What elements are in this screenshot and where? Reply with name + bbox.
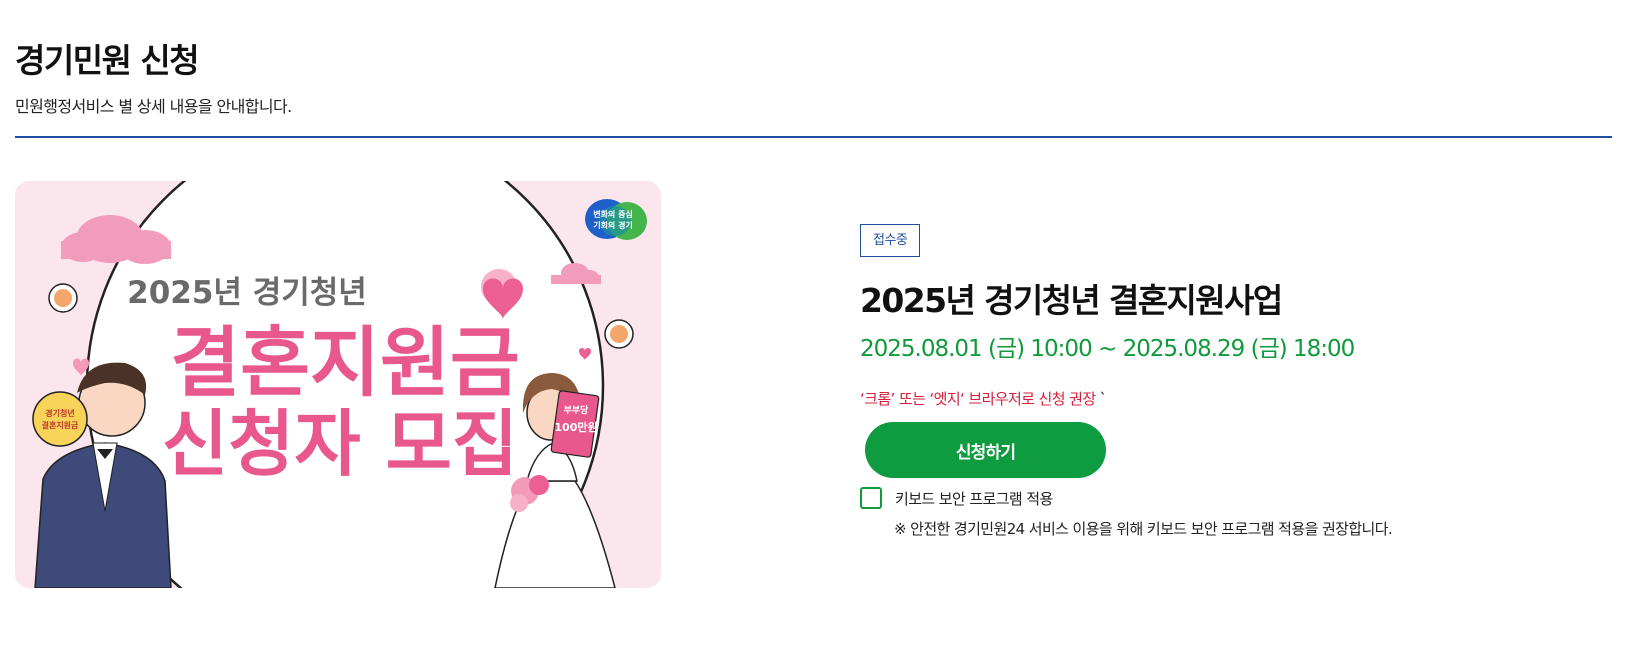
keyboard-security-label[interactable]: 키보드 보안 프로그램 적용 bbox=[895, 488, 1053, 509]
logo-text-2: 기회의 경기 bbox=[593, 220, 633, 230]
service-title: 2025년 경기청년 결혼지원사업 bbox=[860, 281, 1283, 320]
keyboard-security-checkbox[interactable] bbox=[860, 487, 882, 509]
service-info-panel: 접수중 2025년 경기청년 결혼지원사업 2025.08.01 (금) 10:… bbox=[860, 224, 1393, 538]
apply-button[interactable]: 신청하기 bbox=[865, 422, 1106, 478]
logo-text-1: 변화의 중심 bbox=[593, 209, 633, 219]
browser-note-text: ‘크롬’ 또는 ‘엣지‘ 브라우저로 신청 권장 bbox=[860, 390, 1096, 408]
groom-sign-text-2: 결혼지원금 bbox=[42, 420, 79, 430]
banner-illustration: 변화의 중심 기회의 경기 2025년 경기청년 결혼지원금 신청자 모집 경기… bbox=[15, 181, 661, 588]
banner-headline-line2: 신청자 모집 bbox=[162, 402, 518, 486]
page-description: 민원행정서비스 별 상세 내용을 안내합니다. bbox=[15, 97, 292, 116]
application-period: 2025.08.01 (금) 10:00 ~ 2025.08.29 (금) 18… bbox=[860, 336, 1355, 362]
page-title: 경기민원 신청 bbox=[15, 41, 200, 80]
groom-sign-text-1: 경기청년 bbox=[45, 408, 74, 418]
browser-recommendation: ‘크롬’ 또는 ‘엣지‘ 브라우저로 신청 권장 ` bbox=[860, 388, 1107, 409]
browser-note-tick: ` bbox=[1099, 390, 1107, 408]
banner-headline-line1: 결혼지원금 bbox=[170, 318, 520, 407]
promo-banner: 변화의 중심 기회의 경기 2025년 경기청년 결혼지원금 신청자 모집 경기… bbox=[15, 181, 661, 588]
keyboard-security-note: ※ 안전한 경기민원24 서비스 이용을 위해 키보드 보안 프로그램 적용을 … bbox=[894, 520, 1393, 538]
banner-year-text: 2025년 경기청년 bbox=[127, 275, 367, 311]
gyeonggi-logo: 변화의 중심 기회의 경기 bbox=[585, 199, 647, 240]
title-divider bbox=[15, 136, 1612, 138]
bride-card-text-2: 100만원 bbox=[554, 420, 597, 434]
coin-icon bbox=[48, 283, 78, 313]
keyboard-security-option[interactable]: 키보드 보안 프로그램 적용 bbox=[860, 487, 1053, 509]
status-badge: 접수중 bbox=[860, 224, 921, 257]
bride-card-text-1: 부부당 bbox=[564, 404, 590, 416]
coin-icon bbox=[604, 319, 634, 349]
